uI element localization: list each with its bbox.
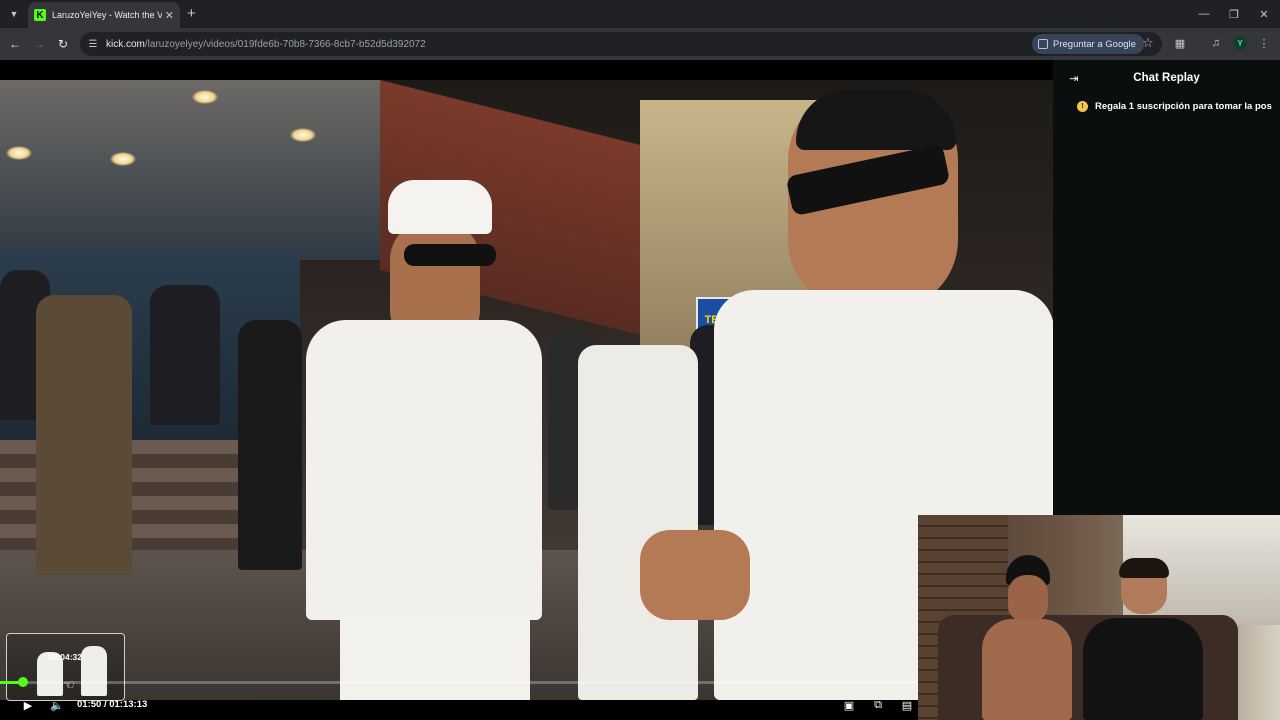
facecam-person-left — [978, 555, 1072, 720]
current-time: 01:50 — [77, 699, 102, 710]
ceiling-light — [110, 152, 136, 166]
browser-tab-strip: ▼ K LaruzoYeiYey - Watch the VOD ✕ + — ❐… — [0, 0, 1280, 28]
bystander-white-shirt — [578, 345, 698, 700]
pinned-gift-message[interactable]: ! Regala 1 suscripción para tomar la pos — [1053, 96, 1280, 116]
mouse-pointer-icon: ☜ — [63, 677, 75, 692]
bystander — [238, 320, 302, 570]
seek-bar[interactable] — [0, 677, 918, 687]
ask-google-button[interactable]: Preguntar a Google — [1032, 34, 1144, 54]
address-bar[interactable]: ☰ kick.com/laruzoyelyey/videos/019fde6b-… — [80, 32, 1162, 56]
avatar[interactable]: Y — [1233, 36, 1247, 50]
seek-bar-handle[interactable] — [18, 677, 28, 687]
volume-icon[interactable]: 🔈 — [49, 697, 65, 713]
bystander — [150, 285, 220, 425]
chevron-down-icon[interactable]: ▼ — [5, 5, 23, 23]
browser-tab-active[interactable]: K LaruzoYeiYey - Watch the VOD ✕ — [28, 2, 180, 28]
media-control-icon[interactable]: ♫ — [1208, 35, 1224, 51]
chat-title: Chat Replay — [1133, 72, 1200, 84]
ceiling-light — [6, 146, 32, 160]
collapse-sidebar-icon[interactable]: ⇥ — [1067, 71, 1081, 85]
tab-title: LaruzoYeiYey - Watch the VOD — [52, 10, 162, 20]
kick-favicon-icon: K — [34, 9, 46, 21]
bystander — [36, 295, 132, 575]
facecam-person-right — [1083, 558, 1203, 720]
scrub-preview-time: 00:04:32 — [47, 652, 83, 662]
plus-icon[interactable]: + — [187, 5, 196, 23]
play-icon[interactable]: ▶ — [20, 697, 36, 713]
pinned-message-text: Regala 1 suscripción para tomar la pos — [1095, 100, 1272, 112]
back-arrow-icon[interactable]: ← — [6, 35, 24, 53]
ceiling-light — [192, 90, 218, 104]
url-path: /laruzoyelyey/videos/019fde6b-70b8-7366-… — [144, 38, 426, 50]
duration: 01:13:13 — [109, 699, 148, 710]
lens-icon — [1038, 39, 1048, 49]
coin-icon: ! — [1077, 100, 1088, 112]
person-left — [300, 180, 550, 700]
time-display: 01:50 / 01:13:13 — [77, 699, 147, 710]
chat-header: ⇥ Chat Replay — [1053, 60, 1280, 96]
window-close-icon[interactable]: ✕ — [1248, 0, 1280, 28]
restore-icon[interactable]: ❐ — [1218, 0, 1250, 28]
close-icon[interactable]: ✕ — [165, 9, 174, 22]
minimize-icon[interactable]: — — [1188, 0, 1220, 28]
star-icon[interactable]: ☆ — [1142, 35, 1154, 51]
url-text[interactable]: kick.com/laruzoyelyey/videos/019fde6b-70… — [106, 39, 426, 50]
captions-icon[interactable]: ▤ — [899, 697, 915, 713]
picture-in-picture-icon[interactable]: ⧉ — [870, 697, 886, 713]
puzzle-icon[interactable]: ▦ — [1172, 35, 1188, 51]
facecam-overlay — [918, 515, 1280, 720]
ask-google-label: Preguntar a Google — [1053, 38, 1136, 50]
tune-icon[interactable]: ☰ — [86, 37, 100, 51]
forward-arrow-icon[interactable]: → — [30, 35, 48, 53]
kebab-menu-icon[interactable]: ⋮ — [1256, 35, 1272, 51]
ceiling-light — [290, 128, 316, 142]
kick-vod-page: TEDi ⇥ Chat Replay — [0, 60, 1280, 720]
chat-replay-panel: ⇥ Chat Replay ! Regala 1 suscripción par… — [1053, 60, 1280, 515]
url-host: kick.com — [106, 38, 145, 50]
theater-mode-icon[interactable]: ▣ — [841, 697, 857, 713]
reload-icon[interactable]: ↻ — [54, 35, 72, 53]
browser-toolbar: ← → ↻ ☰ kick.com/laruzoyelyey/videos/019… — [0, 28, 1280, 60]
video-player[interactable]: TEDi — [0, 80, 1053, 700]
